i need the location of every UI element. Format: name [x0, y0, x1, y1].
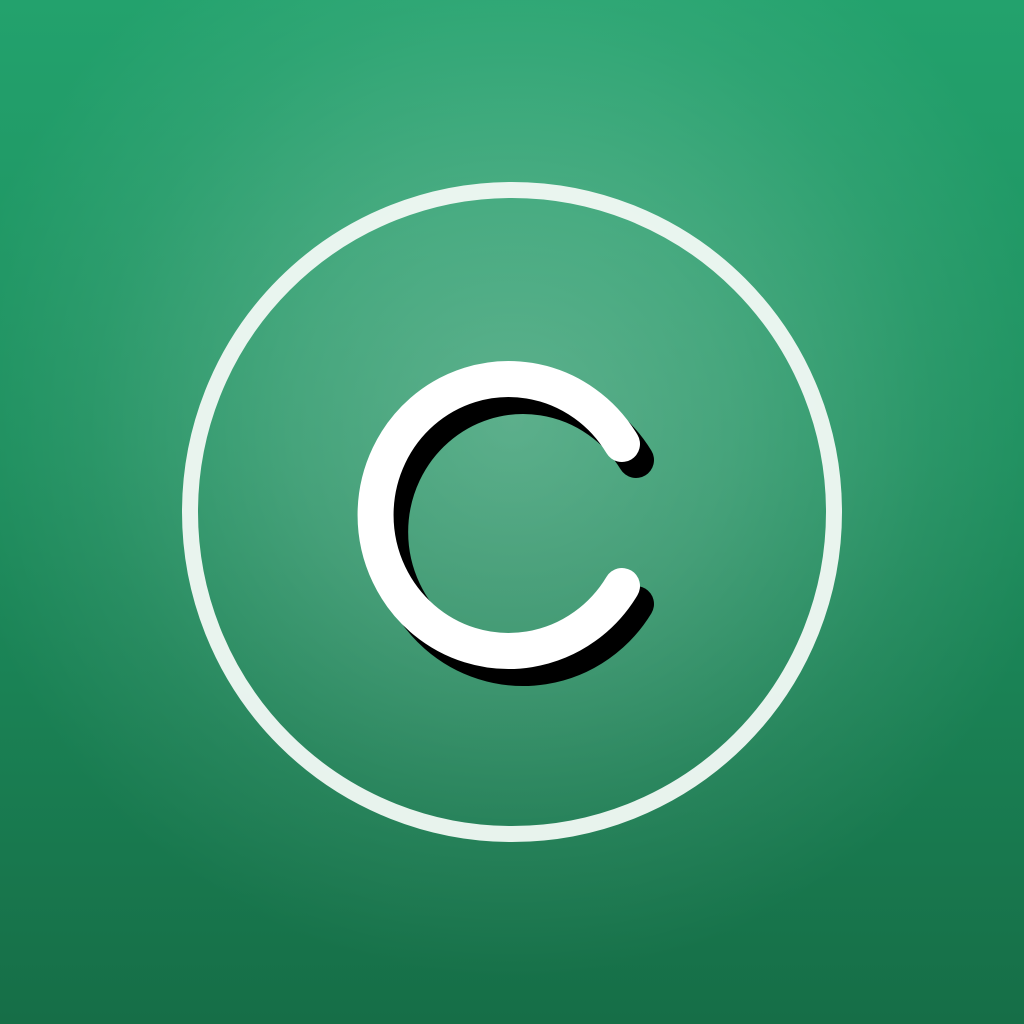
letter-c [357, 361, 640, 669]
copyright-c-icon [357, 361, 654, 686]
app-icon [0, 0, 1024, 1024]
